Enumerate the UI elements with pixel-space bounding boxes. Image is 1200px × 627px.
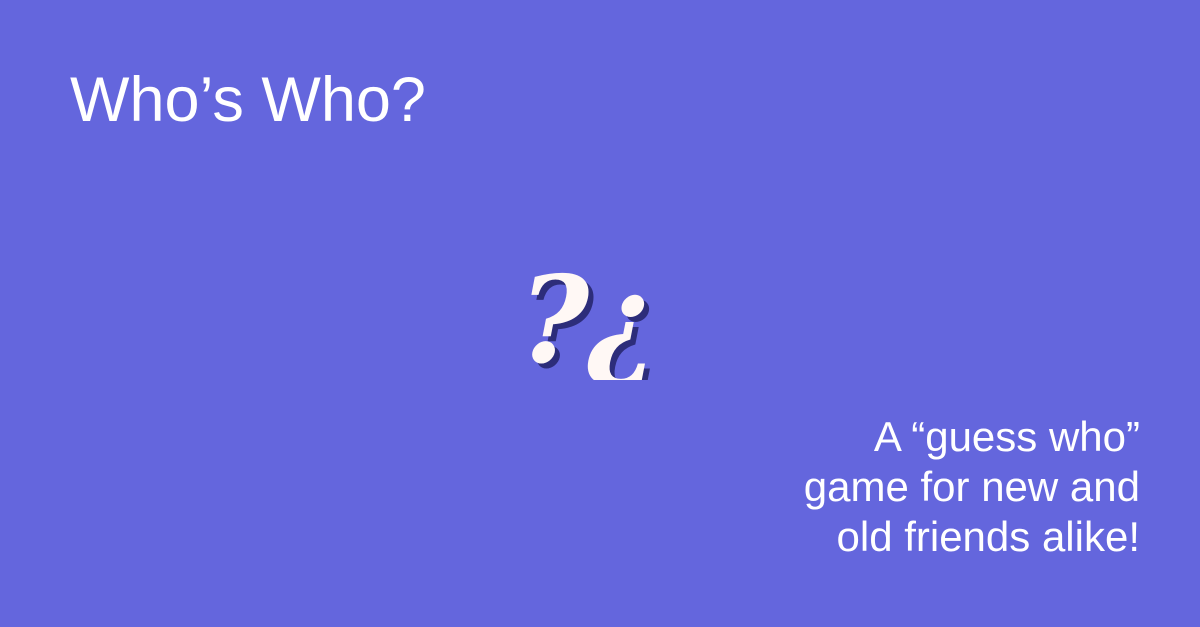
tagline: A “guess who” game for new and old frien… xyxy=(720,412,1140,562)
logo-foreground: ? ¿ xyxy=(519,250,657,380)
tagline-line: A “guess who” xyxy=(873,413,1140,460)
inverted-question-mark-glyph: ¿ xyxy=(586,250,657,380)
page-title: Who’s Who? xyxy=(70,65,426,135)
share-card: { "title": "Who’s Who?", "logo": { "icon… xyxy=(0,0,1200,627)
tagline-line: old friends alike! xyxy=(836,512,1141,560)
question-mark-glyph: ? xyxy=(519,250,591,380)
tagline-line: game for new and xyxy=(803,462,1140,510)
question-mark-logo-icon: ? ¿ ? ¿ xyxy=(519,250,662,380)
